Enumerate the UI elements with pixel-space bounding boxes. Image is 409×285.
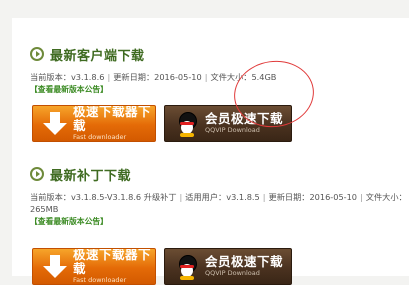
client-section-header: 最新客户端下载 — [30, 44, 145, 64]
patch-fast-download-button[interactable]: 极速下载器下载 Fast downloader — [32, 248, 156, 285]
circle-play-icon — [30, 47, 44, 61]
vip-button-label: 会员极速下载 — [205, 254, 284, 269]
patch-version: 当前版本：v3.1.8.5-V3.1.8.6 — [30, 192, 142, 202]
client-update-date: 更新日期：2016-05-10 — [113, 72, 202, 82]
fast-button-label: 极速下载器下载 — [73, 248, 152, 276]
fast-button-label: 极速下载器下载 — [73, 105, 152, 133]
download-arrow-icon — [43, 253, 67, 281]
qq-penguin-icon — [175, 253, 199, 281]
patch-type: 升级补丁 — [143, 192, 177, 202]
separator: | — [204, 72, 208, 82]
patch-meta: 当前版本：v3.1.8.5-V3.1.8.6 升级补丁 | 适用用户：v3.1.8.… — [30, 191, 407, 203]
client-version: 当前版本：v3.1.8.6 — [30, 72, 105, 82]
separator: | — [360, 192, 363, 202]
download-arrow-icon — [43, 110, 67, 138]
patch-size-label: 文件大小： — [365, 192, 407, 202]
patch-section-title: 最新补丁下载 — [50, 168, 132, 184]
fast-button-sublabel: Fast downloader — [73, 276, 127, 284]
patch-users: 适用用户：v3.1.8.5 — [185, 192, 260, 202]
qq-penguin-icon — [175, 110, 199, 138]
vip-button-sublabel: QQVIP Download — [205, 126, 260, 134]
vip-button-sublabel: QQVIP Download — [205, 269, 260, 277]
patch-notice-link[interactable]: 【查看最新版本公告】 — [30, 216, 108, 227]
download-panel: 最新客户端下载 当前版本：v3.1.8.6 | 更新日期：2016-05-10 | 文件… — [12, 18, 409, 285]
separator: | — [179, 192, 183, 202]
patch-vip-download-button[interactable]: 会员极速下载 QQVIP Download — [164, 248, 292, 285]
patch-file-size: 265MB — [30, 204, 59, 214]
separator: | — [107, 72, 111, 82]
client-notice-link[interactable]: 【查看最新版本公告】 — [30, 84, 108, 95]
circle-play-icon — [30, 167, 44, 181]
patch-section-header: 最新补丁下载 — [30, 164, 131, 184]
client-section-title: 最新客户端下载 — [50, 48, 145, 64]
fast-button-sublabel: Fast downloader — [73, 133, 127, 141]
client-fast-download-button[interactable]: 极速下载器下载 Fast downloader — [32, 105, 156, 142]
separator: | — [262, 192, 266, 202]
patch-update-date: 更新日期：2016-05-10 — [268, 192, 358, 202]
